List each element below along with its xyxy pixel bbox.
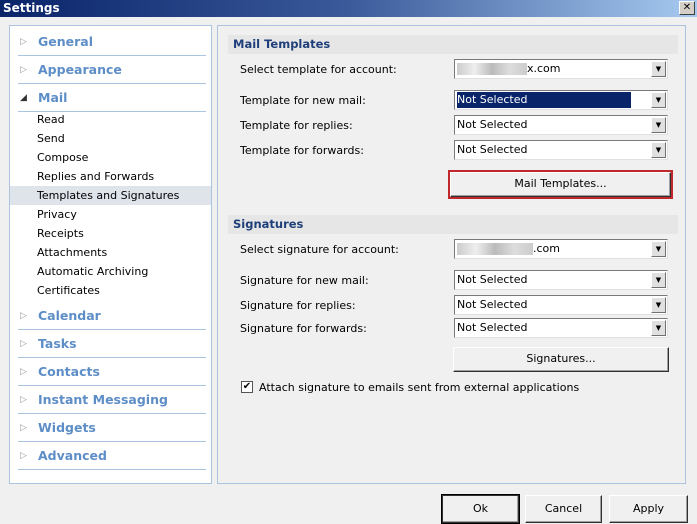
sidebar-item-compose[interactable]: Compose <box>10 148 211 167</box>
signatures-header: Signatures <box>228 215 678 234</box>
chevron-down-icon[interactable]: ▼ <box>651 272 666 288</box>
select-value: Not Selected <box>457 273 528 286</box>
signature-replies-label: Signature for replies: <box>240 299 356 312</box>
select-value: x.com <box>527 62 561 75</box>
template-account-select[interactable]: x.com ▼ <box>454 59 668 79</box>
template-new-label: Template for new mail: <box>240 94 366 107</box>
expand-arrow-icon: ▷ <box>20 451 27 461</box>
sidebar-item-attachments[interactable]: Attachments <box>10 243 211 262</box>
category-label: Appearance <box>38 62 122 77</box>
apply-button[interactable]: Apply <box>609 495 688 523</box>
sidebar-item-read[interactable]: Read <box>10 110 211 129</box>
expand-arrow-icon: ▷ <box>20 395 27 405</box>
select-value: Not Selected <box>457 143 528 156</box>
cancel-button[interactable]: Cancel <box>525 495 602 523</box>
redacted-email <box>457 63 527 75</box>
select-value: .com <box>533 242 560 255</box>
signature-new-select[interactable]: Not Selected ▼ <box>454 270 668 290</box>
category-label: Mail <box>38 90 68 105</box>
sidebar-item-widgets[interactable]: ▷ Widgets <box>18 414 206 442</box>
signature-account-label: Select signature for account: <box>240 243 399 256</box>
mail-templates-header: Mail Templates <box>228 35 678 54</box>
attach-signature-label[interactable]: Attach signature to emails sent from ext… <box>259 381 579 394</box>
expand-arrow-icon: ▷ <box>20 367 27 377</box>
expand-arrow-icon: ▷ <box>20 339 27 349</box>
chevron-down-icon[interactable]: ▼ <box>651 241 666 257</box>
expand-arrow-icon: ▷ <box>20 37 27 47</box>
sidebar-item-receipts[interactable]: Receipts <box>10 224 211 243</box>
sidebar-item-mail[interactable]: ◢ Mail <box>18 84 206 112</box>
mail-templates-button[interactable]: Mail Templates... <box>448 170 673 199</box>
select-value: Not Selected <box>457 321 528 334</box>
category-label: Tasks <box>38 336 77 351</box>
template-forwards-select[interactable]: Not Selected ▼ <box>454 140 668 160</box>
sidebar-item-privacy[interactable]: Privacy <box>10 205 211 224</box>
window-title: Settings <box>3 1 60 15</box>
signature-new-label: Signature for new mail: <box>240 274 369 287</box>
template-replies-label: Template for replies: <box>240 119 353 132</box>
signatures-button[interactable]: Signatures... <box>453 347 669 372</box>
category-label: General <box>38 34 93 49</box>
sidebar-item-certificates[interactable]: Certificates <box>10 281 211 300</box>
redacted-email <box>457 243 533 255</box>
collapse-arrow-icon: ◢ <box>20 93 27 103</box>
sidebar-item-instant-messaging[interactable]: ▷ Instant Messaging <box>18 386 206 414</box>
template-forwards-label: Template for forwards: <box>240 144 364 157</box>
category-label: Widgets <box>38 420 96 435</box>
sidebar-item-contacts[interactable]: ▷ Contacts <box>18 358 206 386</box>
sidebar-item-advanced[interactable]: ▷ Advanced <box>18 442 206 470</box>
category-label: Calendar <box>38 308 101 323</box>
select-value: Not Selected <box>457 118 528 131</box>
expand-arrow-icon: ▷ <box>20 311 27 321</box>
signature-account-select[interactable]: .com ▼ <box>454 239 668 259</box>
sidebar-item-tasks[interactable]: ▷ Tasks <box>18 330 206 358</box>
template-replies-select[interactable]: Not Selected ▼ <box>454 115 668 135</box>
category-label: Instant Messaging <box>38 392 168 407</box>
chevron-down-icon[interactable]: ▼ <box>651 320 666 336</box>
chevron-down-icon[interactable]: ▼ <box>651 92 666 108</box>
signature-forwards-select[interactable]: Not Selected ▼ <box>454 318 668 338</box>
sidebar-item-replies-forwards[interactable]: Replies and Forwards <box>10 167 211 186</box>
sidebar-item-templates-signatures[interactable]: Templates and Signatures <box>10 186 211 205</box>
category-label: Advanced <box>38 448 107 463</box>
template-new-select[interactable]: Not Selected ▼ <box>454 90 668 110</box>
category-label: Contacts <box>38 364 100 379</box>
select-value: Not Selected <box>457 92 631 108</box>
ok-button[interactable]: Ok <box>441 494 520 524</box>
sidebar-item-general[interactable]: ▷ General <box>18 28 206 56</box>
template-account-label: Select template for account: <box>240 63 397 76</box>
signature-forwards-label: Signature for forwards: <box>240 322 367 335</box>
attach-signature-checkbox[interactable]: ✔ <box>241 381 253 393</box>
chevron-down-icon[interactable]: ▼ <box>651 61 666 77</box>
sidebar-item-appearance[interactable]: ▷ Appearance <box>18 56 206 84</box>
select-value: Not Selected <box>457 298 528 311</box>
sidebar-item-send[interactable]: Send <box>10 129 211 148</box>
signature-replies-select[interactable]: Not Selected ▼ <box>454 295 668 315</box>
expand-arrow-icon: ▷ <box>20 423 27 433</box>
expand-arrow-icon: ▷ <box>20 65 27 75</box>
title-bar: Settings ✕ <box>0 0 697 17</box>
settings-panel: Mail Templates Select template for accou… <box>217 25 686 484</box>
sidebar-item-calendar[interactable]: ▷ Calendar <box>18 302 206 330</box>
sidebar-item-automatic-archiving[interactable]: Automatic Archiving <box>10 262 211 281</box>
sidebar: ▷ General ▷ Appearance ◢ Mail Read Send Com… <box>9 25 212 484</box>
close-icon[interactable]: ✕ <box>679 1 695 15</box>
chevron-down-icon[interactable]: ▼ <box>651 117 666 133</box>
chevron-down-icon[interactable]: ▼ <box>651 142 666 158</box>
chevron-down-icon[interactable]: ▼ <box>651 297 666 313</box>
